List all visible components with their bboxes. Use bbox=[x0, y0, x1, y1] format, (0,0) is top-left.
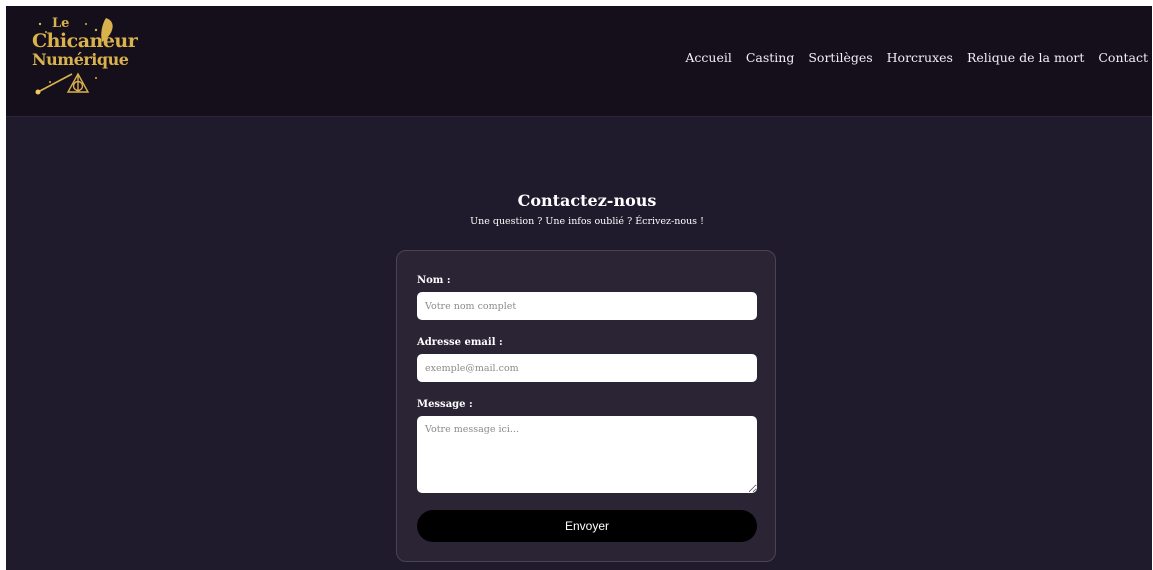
site-logo[interactable]: Le Chicaneur Numérique bbox=[26, 16, 138, 98]
logo-line-3: Numérique bbox=[32, 50, 129, 69]
site-header: Le Chicaneur Numérique Accueil Casting S… bbox=[6, 6, 1152, 117]
contact-form: Nom : Adresse email : Message : Envoyer bbox=[396, 250, 776, 562]
message-textarea[interactable] bbox=[417, 416, 757, 493]
logo-line-2: Chicaneur bbox=[32, 30, 138, 52]
message-label: Message : bbox=[417, 399, 473, 410]
page-subtitle: Une question ? Une infos oublié ? Écrive… bbox=[470, 216, 704, 227]
name-label: Nom : bbox=[417, 275, 451, 286]
wand-icon bbox=[37, 73, 73, 93]
nav-item-horcruxes[interactable]: Horcruxes bbox=[880, 46, 960, 69]
nav-item-contact[interactable]: Contact bbox=[1091, 46, 1152, 69]
nav-item-relique[interactable]: Relique de la mort bbox=[960, 46, 1091, 69]
nav-item-accueil[interactable]: Accueil bbox=[678, 46, 738, 69]
nav-item-sortileges[interactable]: Sortilèges bbox=[801, 46, 879, 69]
nav-item-casting[interactable]: Casting bbox=[739, 46, 802, 69]
email-label: Adresse email : bbox=[417, 337, 503, 348]
send-button[interactable]: Envoyer bbox=[417, 510, 757, 542]
name-input[interactable] bbox=[417, 292, 757, 320]
logo-line-1: Le bbox=[52, 16, 70, 31]
email-input[interactable] bbox=[417, 354, 757, 382]
page: Le Chicaneur Numérique Accueil Casting S… bbox=[6, 6, 1152, 570]
main-nav: Accueil Casting Sortilèges Horcruxes Rel… bbox=[678, 46, 1152, 69]
deathly-hallows-icon bbox=[66, 72, 90, 93]
page-title: Contactez-nous bbox=[517, 191, 657, 210]
